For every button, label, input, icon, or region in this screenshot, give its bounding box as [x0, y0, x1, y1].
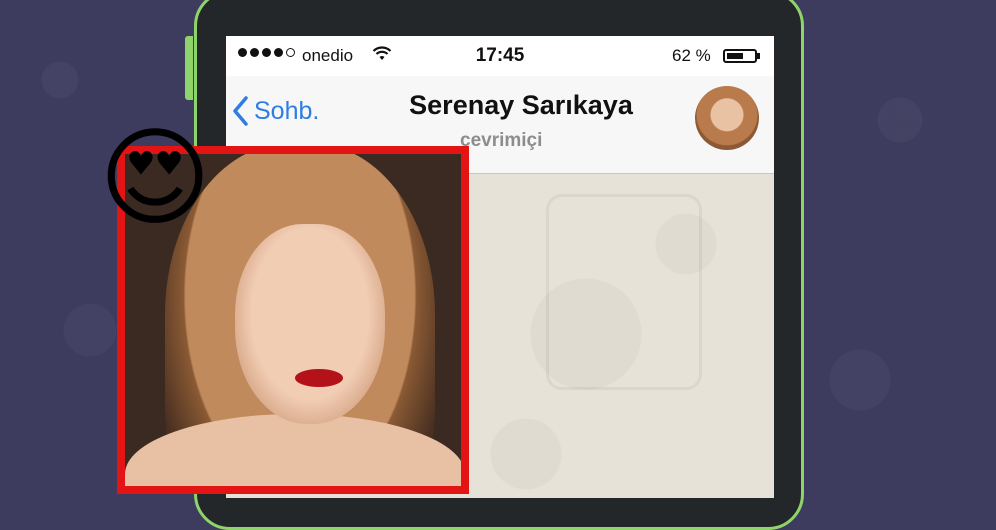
- battery-icon: [723, 49, 757, 63]
- heart-eyes-emoji-icon: 😍: [98, 116, 212, 241]
- battery-percent: 62 %: [672, 46, 711, 65]
- contact-status: çevrimiçi: [460, 130, 543, 151]
- chat-wallpaper-doodle: [546, 194, 702, 390]
- battery-tip: [757, 53, 760, 59]
- contact-name[interactable]: Serenay Sarıkaya: [226, 90, 774, 121]
- avatar[interactable]: [695, 86, 759, 150]
- status-bar: onedio 17:45 62 %: [226, 36, 774, 76]
- phone-side-button: [185, 36, 193, 100]
